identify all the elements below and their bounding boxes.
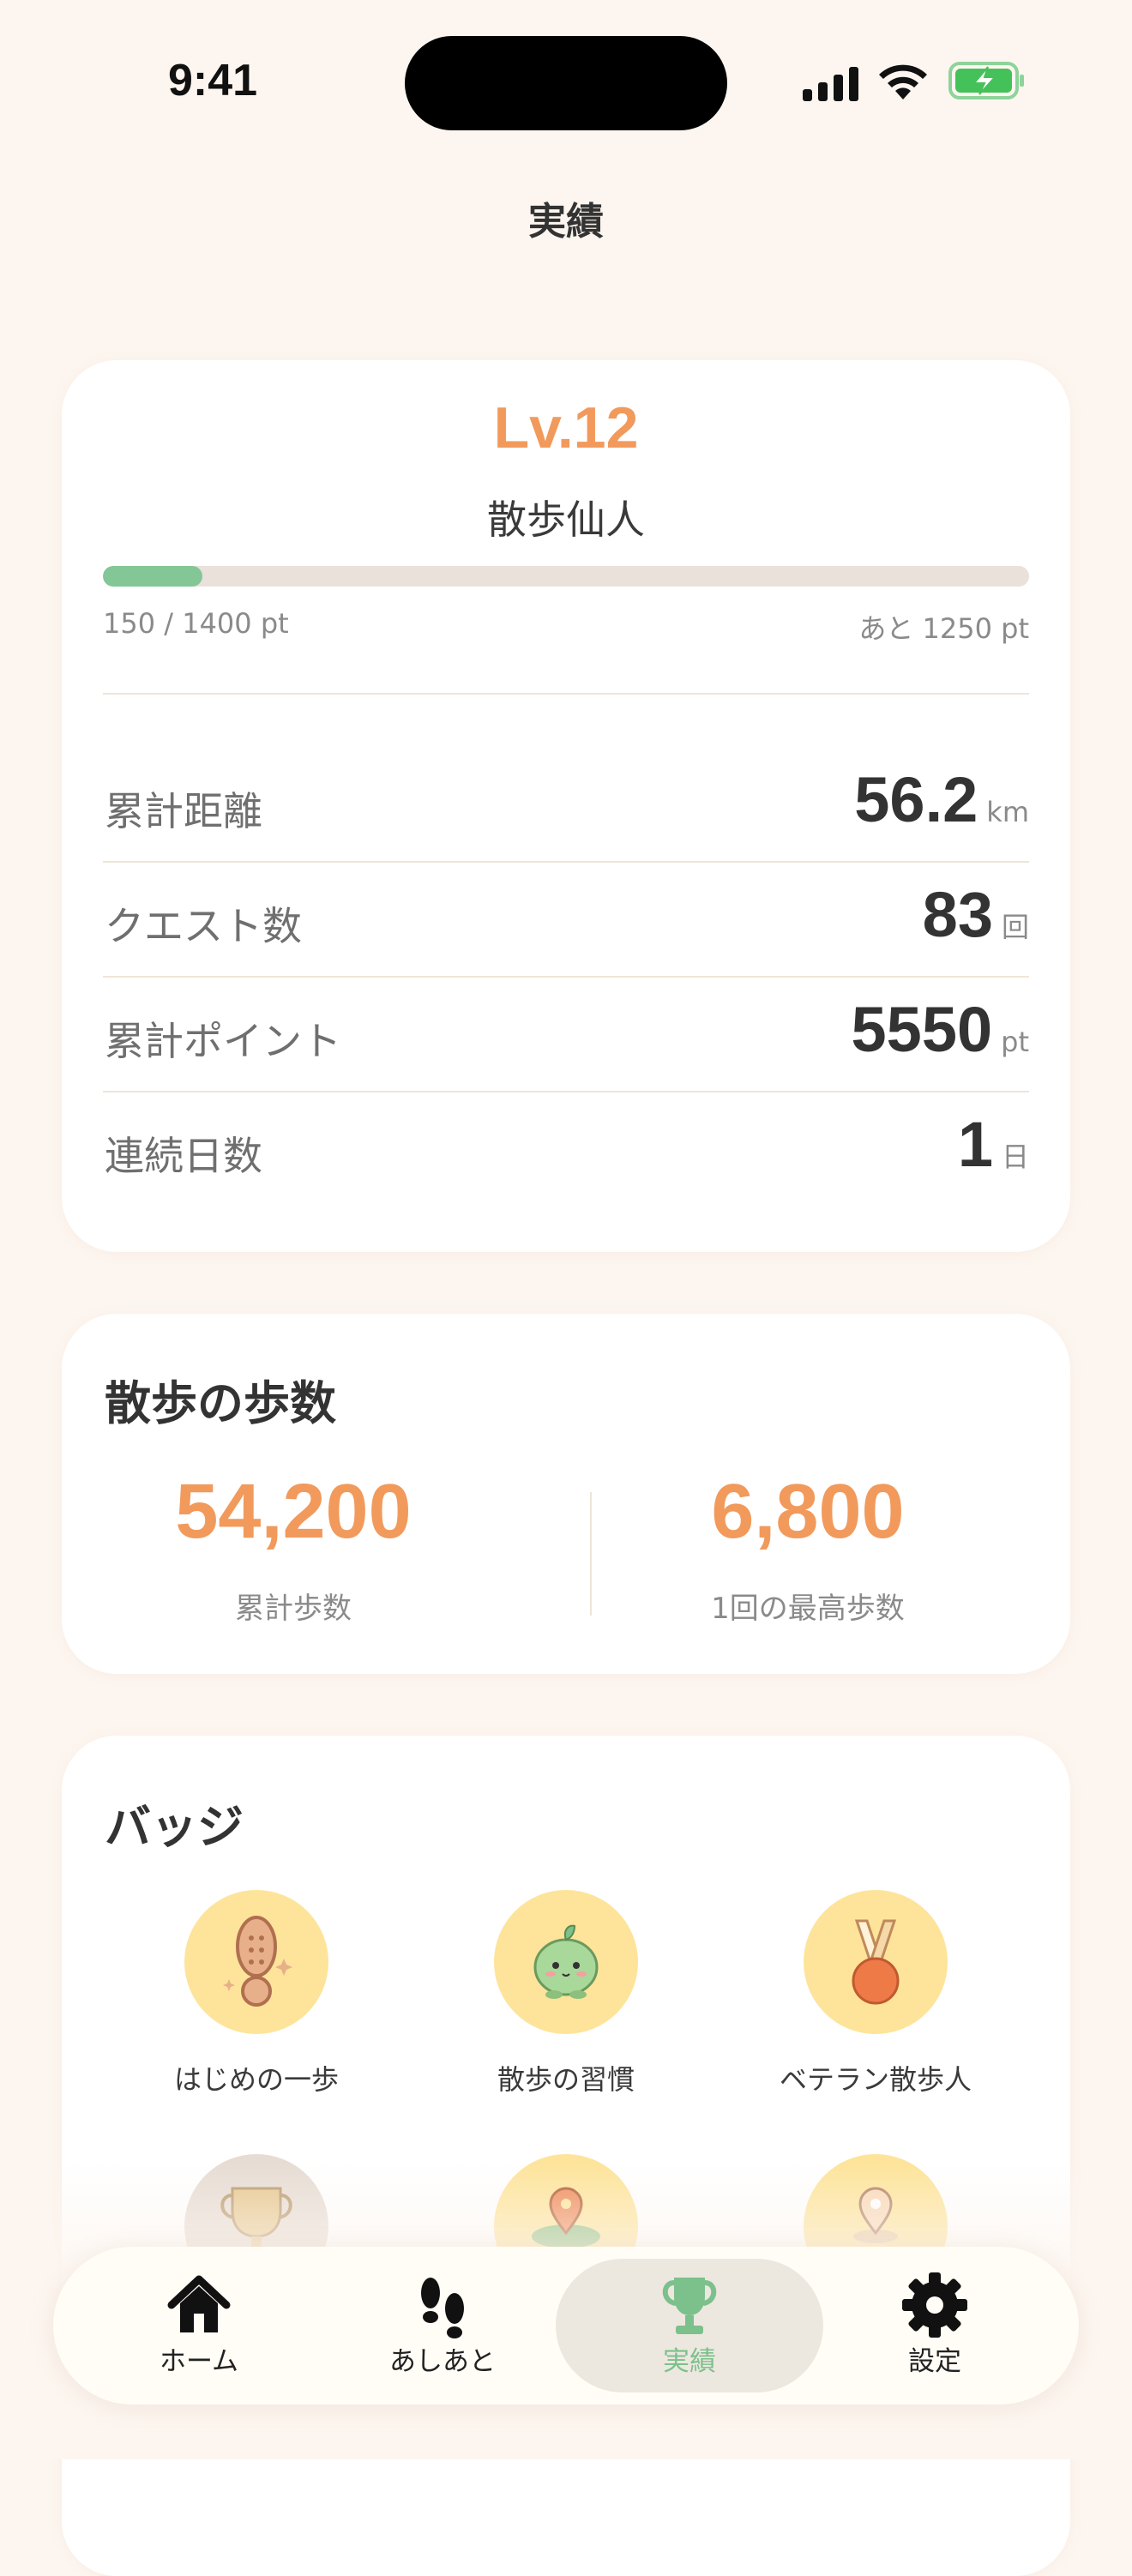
divider <box>103 976 1029 978</box>
badge-veteran-walker[interactable] <box>804 1890 948 2034</box>
tab-achievements[interactable]: 実績 <box>578 2247 801 2404</box>
stat-label-quests: クエスト数 <box>105 903 302 949</box>
tab-label: 設定 <box>908 2346 961 2377</box>
stat-number: 56.2 <box>854 764 978 835</box>
tab-label: ホーム <box>159 2346 239 2377</box>
best-steps-label: 1回の最高歩数 <box>711 1592 905 1626</box>
stat-value-streak: 1日 <box>958 1108 1029 1181</box>
stat-unit: pt <box>1001 1026 1029 1058</box>
stat-label-distance: 累計距離 <box>105 788 262 834</box>
level-progress-bar <box>103 566 1029 587</box>
dynamic-island <box>405 36 727 130</box>
badge-first-step[interactable] <box>184 1890 328 2034</box>
level-value: Lv.12 <box>493 395 639 460</box>
total-steps-value: 54,200 <box>175 1469 412 1555</box>
divider <box>103 693 1029 695</box>
divider <box>103 861 1029 863</box>
badge-walking-habit[interactable] <box>494 1890 638 2034</box>
points-remaining: あと 1250 pt <box>858 612 1029 645</box>
tab-bar: ホーム あしあと 実績 設定 <box>53 2247 1079 2404</box>
stat-number: 83 <box>922 879 993 950</box>
wifi-icon <box>879 64 927 99</box>
shoe-sole-icon <box>223 1916 292 2007</box>
footprints-icon <box>421 2278 464 2338</box>
stat-value-distance: 56.2 km <box>854 763 1029 836</box>
stat-unit: km <box>986 796 1029 828</box>
tab-footprints[interactable]: あしあと <box>331 2247 554 2404</box>
badges-card-title: バッジ <box>105 1800 244 1854</box>
level-card: Lv.12 散歩仙人 150 / 1400 pt あと 1250 pt 累計距離… <box>62 360 1070 1252</box>
gear-icon <box>902 2272 967 2338</box>
tab-label: 実績 <box>663 2346 716 2377</box>
stat-unit: 日 <box>1001 1141 1029 1173</box>
divider <box>590 1492 592 1616</box>
home-icon <box>167 2275 231 2332</box>
badge-label: 散歩の習慣 <box>497 2063 635 2096</box>
steps-card: 散歩の歩数 54,200 累計歩数 6,800 1回の最高歩数 <box>62 1314 1070 1674</box>
badge-circle <box>184 1890 328 2034</box>
level-title: 散歩仙人 <box>487 497 645 543</box>
tab-settings[interactable]: 設定 <box>823 2247 1046 2404</box>
level-progress-fill <box>103 566 202 587</box>
badge-label: ベテラン散歩人 <box>779 2063 972 2096</box>
points-current: 150 / 1400 pt <box>103 607 289 640</box>
steps-card-title: 散歩の歩数 <box>105 1376 336 1430</box>
badge-label: はじめの一歩 <box>173 2063 339 2096</box>
badge-circle <box>494 1890 638 2034</box>
mascot-sprout-icon <box>533 1924 599 1999</box>
badge-circle <box>804 1890 948 2034</box>
stat-value-points: 5550 pt <box>852 993 1029 1066</box>
stat-number: 1 <box>957 1109 993 1180</box>
stat-label-points: 累計ポイント <box>105 1018 341 1064</box>
stat-unit: 回 <box>1001 911 1029 943</box>
battery-charging-icon <box>948 62 1024 99</box>
page-title: 実績 <box>528 200 604 244</box>
status-time: 9:41 <box>168 56 258 105</box>
stat-value-quests: 83 回 <box>923 878 1029 951</box>
tab-label: あしあと <box>389 2346 496 2377</box>
tab-home[interactable]: ホーム <box>87 2247 310 2404</box>
stat-number: 5550 <box>851 994 993 1065</box>
total-steps-label: 累計歩数 <box>235 1592 352 1626</box>
trophy-icon <box>662 2278 717 2334</box>
stat-label-streak: 連続日数 <box>105 1133 262 1179</box>
cellular-signal-icon <box>803 63 861 101</box>
medal-icon <box>852 1919 900 2005</box>
best-steps-value: 6,800 <box>711 1469 905 1555</box>
divider <box>103 1091 1029 1092</box>
